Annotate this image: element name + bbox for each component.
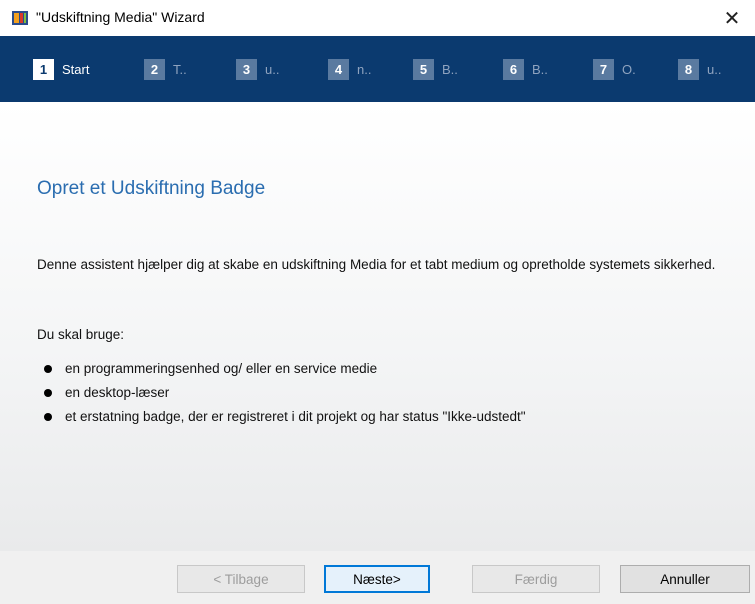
list-item-text: en desktop-læser: [65, 385, 170, 400]
list-item: en programmeringsenhed og/ eller en serv…: [44, 357, 526, 381]
list-item-text: en programmeringsenhed og/ eller en serv…: [65, 361, 378, 376]
step-label: n..: [357, 61, 372, 77]
step-number: 5: [413, 58, 434, 80]
requirements-list: en programmeringsenhed og/ eller en serv…: [44, 357, 526, 429]
step-number: 1: [33, 58, 54, 80]
step-label: T..: [173, 61, 187, 77]
step-number: 8: [678, 58, 699, 80]
step-label: u..: [265, 61, 280, 77]
back-button[interactable]: < Tilbage: [177, 565, 305, 593]
finish-button[interactable]: Færdig: [472, 565, 600, 593]
list-item-text: et erstatning badge, der er registreret …: [65, 409, 526, 424]
step-number: 2: [144, 58, 165, 80]
step-2[interactable]: 2 T..: [144, 58, 187, 80]
step-label: Start: [62, 61, 90, 77]
step-5[interactable]: 5 B..: [413, 58, 458, 80]
bullet-icon: [44, 413, 52, 421]
step-3[interactable]: 3 u..: [236, 58, 279, 80]
wizard-window: "Udskiftning Media" Wizard ✕ 1 Start 2 T…: [0, 0, 755, 604]
step-1[interactable]: 1 Start: [33, 58, 89, 80]
title-bar: "Udskiftning Media" Wizard ✕: [0, 0, 755, 36]
next-button[interactable]: Næste>: [324, 565, 430, 593]
step-number: 4: [328, 58, 349, 80]
close-icon: ✕: [723, 7, 741, 30]
step-6[interactable]: 6 B..: [503, 58, 548, 80]
step-number: 3: [236, 58, 257, 80]
bullet-icon: [44, 365, 52, 373]
content-panel: Opret et Udskiftning Badge Denne assiste…: [0, 102, 755, 551]
window-title: "Udskiftning Media" Wizard: [36, 9, 205, 25]
list-item: et erstatning badge, der er registreret …: [44, 405, 526, 429]
page-title: Opret et Udskiftning Badge: [37, 178, 266, 199]
step-label: B..: [532, 61, 548, 77]
wizard-steps-bar: 1 Start 2 T.. 3 u.. 4 n.. 5 B.. 6 B.. 7 …: [0, 36, 755, 102]
close-button[interactable]: ✕: [709, 0, 755, 36]
button-bar: < Tilbage Næste> Færdig Annuller: [0, 551, 755, 604]
step-number: 6: [503, 58, 524, 80]
step-7[interactable]: 7 O.: [593, 58, 636, 80]
step-label: B..: [442, 61, 458, 77]
cancel-button[interactable]: Annuller: [620, 565, 750, 593]
step-label: u..: [707, 61, 722, 77]
requirements-label: Du skal bruge:: [37, 327, 125, 342]
step-8[interactable]: 8 u..: [678, 58, 721, 80]
app-icon: [11, 9, 29, 27]
list-item: en desktop-læser: [44, 381, 526, 405]
description-text: Denne assistent hjælper dig at skabe en …: [37, 257, 716, 272]
bullet-icon: [44, 389, 52, 397]
step-label: O.: [622, 61, 636, 77]
step-number: 7: [593, 58, 614, 80]
step-4[interactable]: 4 n..: [328, 58, 371, 80]
